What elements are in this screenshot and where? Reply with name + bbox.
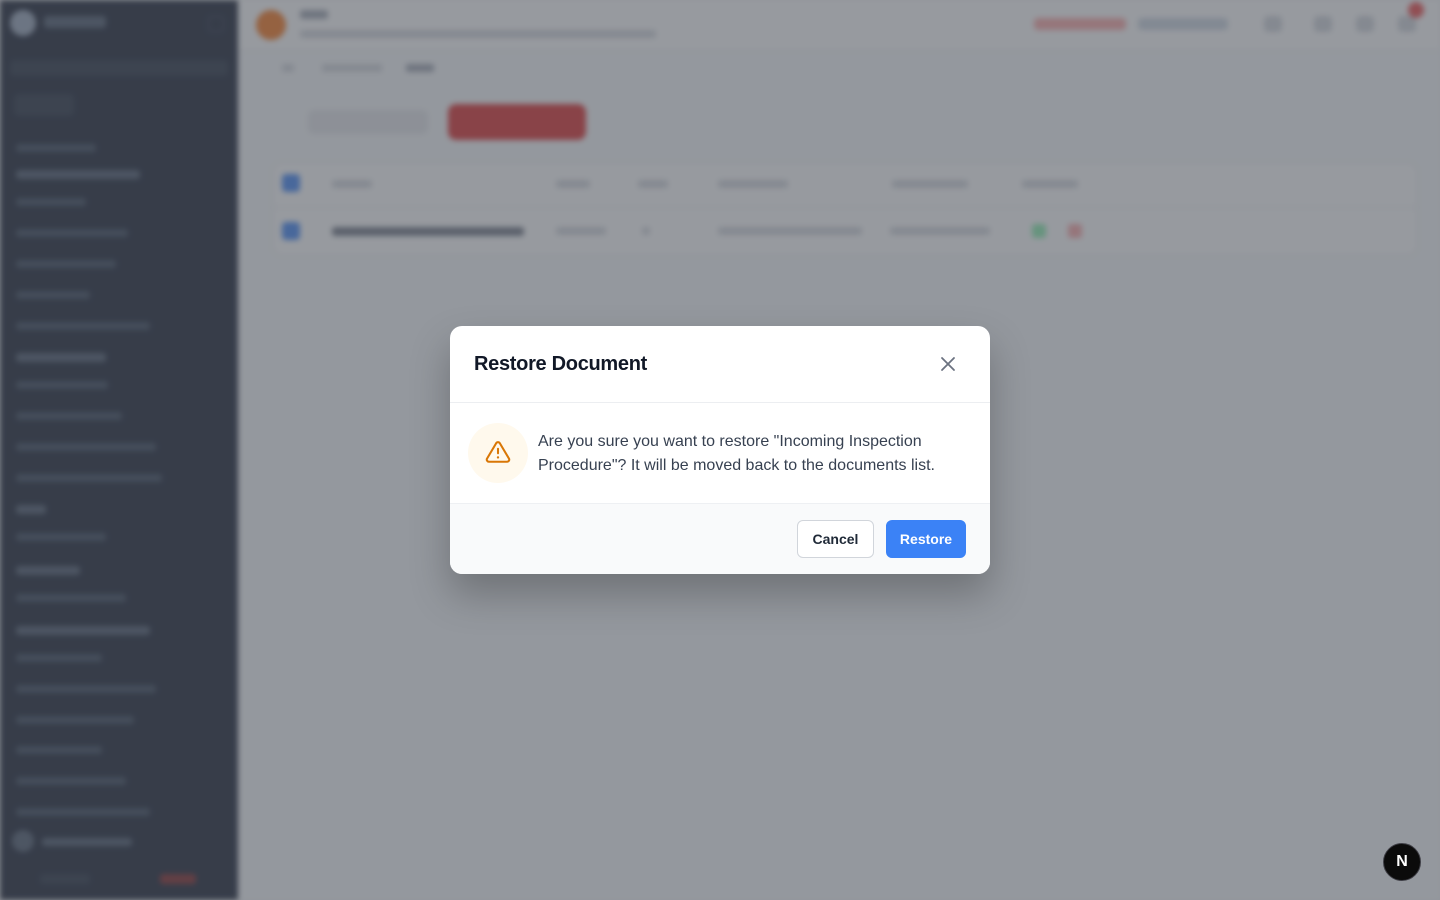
cancel-button[interactable]: Cancel xyxy=(797,520,874,558)
restore-button[interactable]: Restore xyxy=(886,520,966,558)
restore-document-dialog: Restore Document Are you sure you want t… xyxy=(450,326,990,574)
dialog-title: Restore Document xyxy=(474,353,648,375)
dialog-footer: Cancel Restore xyxy=(450,503,990,574)
close-button[interactable] xyxy=(934,350,962,378)
dialog-header: Restore Document xyxy=(450,326,990,403)
warning-icon-container xyxy=(468,423,528,483)
close-icon xyxy=(941,357,955,371)
dev-tools-button[interactable]: N xyxy=(1383,843,1421,881)
warning-triangle-icon xyxy=(485,441,511,463)
dialog-body: Are you sure you want to restore "Incomi… xyxy=(450,403,990,503)
dialog-message: Are you sure you want to restore "Incomi… xyxy=(538,433,935,474)
dev-tools-label: N xyxy=(1396,853,1408,870)
